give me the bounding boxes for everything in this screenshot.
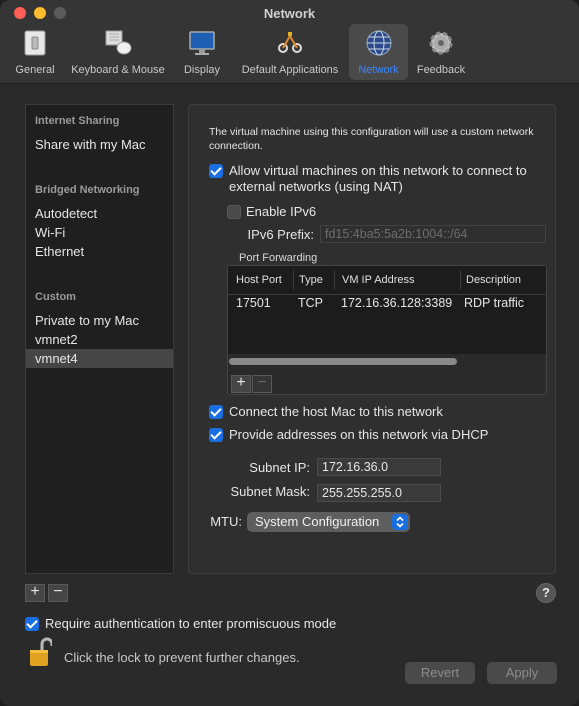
add-network-button[interactable]: + xyxy=(25,584,45,602)
toolbar-default-applications-label: Default Applications xyxy=(241,64,339,76)
toolbar-display-label: Display xyxy=(183,64,221,76)
network-preferences-window: Network General Keyboard & Mouse Display… xyxy=(0,0,579,706)
chevron-up-down-icon xyxy=(392,514,408,530)
nat-checkbox[interactable] xyxy=(209,164,223,178)
column-separator xyxy=(460,270,461,290)
ipv6-prefix-field[interactable]: fd15:4ba5:5a2b:1004::/64 xyxy=(320,225,546,243)
column-header-description[interactable]: Description xyxy=(466,274,521,286)
nat-label: Allow virtual machines on this network t… xyxy=(229,163,527,194)
apply-button[interactable]: Apply xyxy=(487,662,557,684)
subnet-mask-field[interactable]: 255.255.255.0 xyxy=(317,484,441,502)
sidebar-item-ethernet[interactable]: Ethernet xyxy=(35,244,84,259)
mtu-popup[interactable]: System Configuration xyxy=(247,512,410,532)
toolbar-display[interactable]: Display xyxy=(178,24,226,80)
column-separator xyxy=(293,270,294,290)
port-forwarding-title: Port Forwarding xyxy=(237,252,320,264)
lock-hint-text: Click the lock to prevent further change… xyxy=(64,650,300,665)
column-header-host-port[interactable]: Host Port xyxy=(236,274,282,286)
toolbar-keyboard-mouse[interactable]: Keyboard & Mouse xyxy=(66,24,170,80)
toolbar-general[interactable]: General xyxy=(8,24,62,80)
network-description: The virtual machine using this configura… xyxy=(209,126,534,152)
sidebar-item-wifi[interactable]: Wi-Fi xyxy=(35,225,65,240)
mtu-popup-value: System Configuration xyxy=(255,514,380,529)
revert-button[interactable]: Revert xyxy=(405,662,475,684)
unlocked-lock-icon[interactable] xyxy=(28,636,52,668)
connect-host-label: Connect the host Mac to this network xyxy=(229,404,443,419)
window-title: Network xyxy=(263,6,316,21)
subnet-ip-field[interactable]: 172.16.36.0 xyxy=(317,458,441,476)
sidebar-item-vmnet2[interactable]: vmnet2 xyxy=(35,332,78,347)
header-divider xyxy=(228,294,546,295)
toolbar-keyboard-mouse-label: Keyboard & Mouse xyxy=(71,64,165,76)
remove-port-forward-button[interactable]: − xyxy=(252,375,272,393)
sidebar-item-private-to-my-mac[interactable]: Private to my Mac xyxy=(35,313,139,328)
gear-icon xyxy=(429,31,453,55)
sidebar-header-internet-sharing: Internet Sharing xyxy=(35,115,120,127)
toolbar-feedback[interactable]: Feedback xyxy=(412,24,470,80)
column-header-vm-ip-address[interactable]: VM IP Address xyxy=(342,274,415,286)
dhcp-checkbox[interactable] xyxy=(209,428,223,442)
sidebar-item-autodetect[interactable]: Autodetect xyxy=(35,206,97,221)
column-separator xyxy=(334,270,335,290)
port-forwarding-table: Host Port Type VM IP Address Description… xyxy=(228,266,546,354)
sidebar-header-bridged-networking: Bridged Networking xyxy=(35,184,140,196)
display-icon xyxy=(189,31,215,55)
network-globe-icon xyxy=(366,30,391,56)
promiscuous-checkbox[interactable] xyxy=(25,617,39,631)
toolbar-general-label: General xyxy=(15,64,55,76)
general-icon xyxy=(24,30,46,56)
cell-description[interactable]: RDP traffic xyxy=(464,296,524,310)
promiscuous-label: Require authentication to enter promiscu… xyxy=(45,616,337,631)
mtu-label: MTU: xyxy=(210,514,242,529)
subnet-mask-label: Subnet Mask: xyxy=(230,484,311,499)
remove-network-button[interactable]: − xyxy=(48,584,68,602)
default-applications-icon xyxy=(278,32,302,53)
ipv6-label: Enable IPv6 xyxy=(246,204,317,219)
network-sidebar: Internet Sharing Share with my Mac Bridg… xyxy=(25,104,174,574)
column-header-type[interactable]: Type xyxy=(299,274,323,286)
titlebar: Network General Keyboard & Mouse Display… xyxy=(0,0,579,84)
toolbar-network-label: Network xyxy=(358,64,399,76)
toolbar-feedback-label: Feedback xyxy=(416,64,466,76)
ipv6-checkbox[interactable] xyxy=(227,205,241,219)
sidebar-item-share-with-my-mac[interactable]: Share with my Mac xyxy=(35,137,146,152)
cell-host-port[interactable]: 17501 xyxy=(236,296,271,310)
ipv6-prefix-label: IPv6 Prefix: xyxy=(247,227,314,242)
subnet-ip-label: Subnet IP: xyxy=(249,460,310,475)
help-button[interactable]: ? xyxy=(536,583,556,603)
connect-host-checkbox[interactable] xyxy=(209,405,223,419)
toolbar-default-applications[interactable]: Default Applications xyxy=(234,24,346,80)
keyboard-mouse-icon xyxy=(105,30,132,55)
sidebar-header-custom: Custom xyxy=(35,291,76,303)
cell-vm-ip-address[interactable]: 172.16.36.128:3389 xyxy=(341,296,452,310)
cell-type[interactable]: TCP xyxy=(298,296,323,310)
add-port-forward-button[interactable]: + xyxy=(231,375,251,393)
sidebar-item-vmnet4[interactable]: vmnet4 xyxy=(35,351,78,366)
toolbar-network[interactable]: Network xyxy=(349,24,408,80)
dhcp-label: Provide addresses on this network via DH… xyxy=(229,427,489,442)
table-horizontal-scrollbar[interactable] xyxy=(229,358,457,365)
